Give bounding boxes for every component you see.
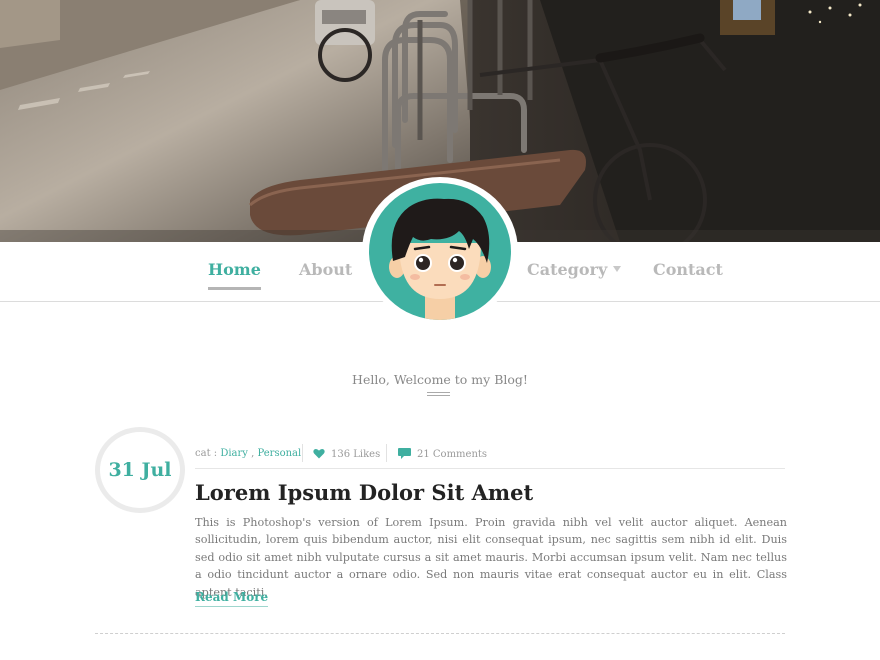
post-title[interactable]: Lorem Ipsum Dolor Sit Amet [195, 480, 533, 505]
nav-item-about[interactable]: About [299, 260, 352, 279]
post-comments[interactable]: 21 Comments [398, 448, 487, 460]
post-categories: cat : Diary , Personal [195, 448, 301, 459]
heart-icon [313, 448, 325, 459]
avatar[interactable] [362, 177, 518, 325]
post-meta: cat : Diary , Personal 136 Likes 21 Comm… [195, 444, 785, 469]
post-likes[interactable]: 136 Likes [313, 448, 380, 460]
nav-item-contact[interactable]: Contact [653, 260, 723, 279]
likes-count: 136 Likes [331, 449, 381, 460]
avatar-illustration [369, 183, 511, 320]
nav-item-category[interactable]: Category [527, 260, 622, 279]
post-excerpt: This is Photoshop's version of Lorem Ips… [195, 516, 787, 599]
post-divider [95, 633, 785, 634]
read-more-link[interactable]: Read More [195, 590, 269, 607]
category-link-diary[interactable]: Diary [220, 448, 248, 459]
category-link-personal[interactable]: Personal [257, 448, 301, 459]
welcome-divider-bottom [427, 395, 450, 396]
speech-bubble-icon [398, 448, 411, 459]
welcome-divider-top [427, 392, 450, 393]
nav-item-home[interactable]: Home [208, 260, 261, 290]
comments-count: 21 Comments [417, 449, 488, 460]
meta-divider [302, 444, 303, 462]
post-date-badge: 31 Jul [95, 427, 185, 513]
welcome-message: Hello, Welcome to my Blog! [352, 372, 528, 387]
nav-item-category-label: Category [527, 260, 608, 279]
post-date: 31 Jul [108, 459, 172, 481]
caret-down-icon [613, 265, 622, 272]
meta-divider [386, 444, 387, 462]
category-prefix: cat : [195, 448, 221, 459]
